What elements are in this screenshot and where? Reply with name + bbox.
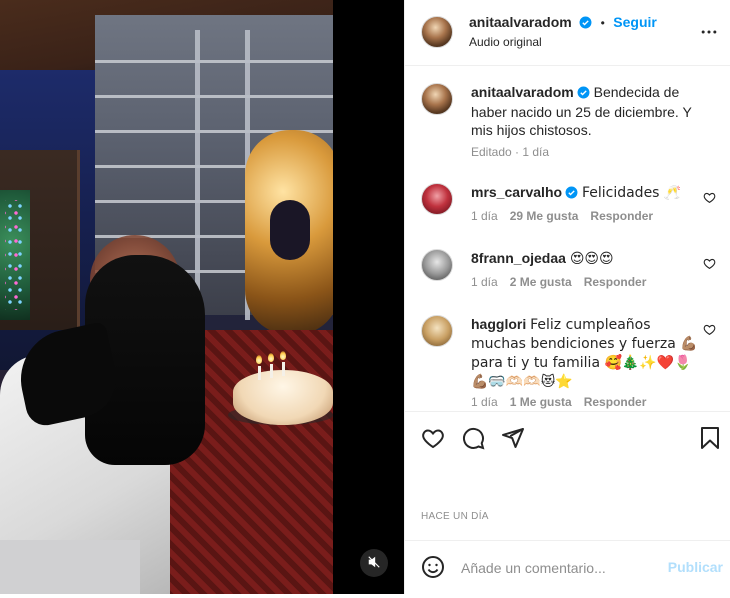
post-comment-button[interactable]: Publicar xyxy=(668,559,723,575)
comment-text: Felicidades 🥂 xyxy=(581,185,682,201)
post-sidebar: anitaalvaradom • Seguir Audio original a… xyxy=(404,0,730,594)
verified-badge-icon xyxy=(565,185,578,203)
comment-like-icon[interactable] xyxy=(703,323,717,337)
header-separator: • xyxy=(600,16,605,30)
comment-item: hagglori Feliz cumpleaños muchas bendici… xyxy=(421,315,721,411)
post-date[interactable]: Hace un día xyxy=(421,511,489,522)
comment-text: 😍😍😍 xyxy=(569,251,614,267)
comment-username[interactable]: hagglori xyxy=(471,316,526,332)
author-avatar[interactable] xyxy=(421,16,453,48)
comment-time[interactable]: 1 día xyxy=(471,395,498,409)
caption-meta: Editado · 1 día xyxy=(471,145,550,159)
caption: anitaalvaradom Bendecida de haber nacido… xyxy=(421,83,721,163)
birthday-video-frame xyxy=(0,0,333,594)
caption-username[interactable]: anitaalvaradom xyxy=(471,84,574,100)
reply-button[interactable]: Responder xyxy=(584,275,647,289)
comment-time[interactable]: 1 día xyxy=(471,209,498,223)
comments-list[interactable]: anitaalvaradom Bendecida de haber nacido… xyxy=(405,67,730,411)
comment-input[interactable] xyxy=(461,553,661,583)
comment-likes[interactable]: 1 Me gusta xyxy=(510,395,572,409)
author-username[interactable]: anitaalvaradom xyxy=(469,14,572,30)
comment-likes[interactable]: 29 Me gusta xyxy=(510,209,579,223)
heart-icon[interactable] xyxy=(421,426,447,452)
audio-label[interactable]: Audio original xyxy=(469,35,542,49)
emoji-icon[interactable] xyxy=(421,555,447,581)
reply-button[interactable]: Responder xyxy=(590,209,653,223)
post-media[interactable] xyxy=(0,0,404,594)
bookmark-icon[interactable] xyxy=(699,426,725,452)
post-header: anitaalvaradom • Seguir Audio original xyxy=(405,0,730,66)
follow-button[interactable]: Seguir xyxy=(613,14,657,30)
comment-item: 8frann_ojedaa 😍😍😍 1 día 2 Me gusta Respond… xyxy=(421,249,721,299)
commenter-avatar[interactable] xyxy=(421,315,453,347)
verified-badge-icon xyxy=(577,85,590,103)
reply-button[interactable]: Responder xyxy=(584,395,647,409)
add-comment-bar: Publicar xyxy=(405,540,730,594)
commenter-avatar[interactable] xyxy=(421,249,453,281)
share-icon[interactable] xyxy=(501,426,527,452)
more-horizontal-icon xyxy=(699,22,719,47)
mute-button[interactable] xyxy=(360,549,388,577)
comment-username[interactable]: mrs_carvalho xyxy=(471,184,562,200)
verified-badge-icon xyxy=(579,16,592,34)
more-options-button[interactable] xyxy=(697,22,721,46)
comment-like-icon[interactable] xyxy=(703,257,717,271)
comment-time[interactable]: 1 día xyxy=(471,275,498,289)
comment-like-icon[interactable] xyxy=(703,191,717,205)
comment-likes[interactable]: 2 Me gusta xyxy=(510,275,572,289)
comment-icon[interactable] xyxy=(461,426,487,452)
action-bar xyxy=(405,411,730,465)
birthday-cake xyxy=(233,370,333,425)
comment-username[interactable]: 8frann_ojedaa xyxy=(471,250,566,266)
author-avatar[interactable] xyxy=(421,83,453,115)
speaker-muted-icon xyxy=(367,555,381,572)
commenter-avatar[interactable] xyxy=(421,183,453,215)
comment-item: mrs_carvalho Felicidades 🥂 1 día 29 Me gu… xyxy=(421,183,721,233)
